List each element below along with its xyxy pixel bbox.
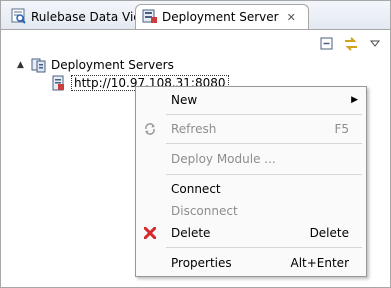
tree-node-deployment-servers[interactable]: ▲ Deployment Servers [17,56,174,74]
delete-icon [142,225,158,241]
menu-item-accelerator: Alt+Enter [290,256,349,270]
server-group-icon [31,57,47,73]
menu-item-properties[interactable]: Properties Alt+Enter [136,252,366,274]
tab-label: Deployment Server [162,10,279,24]
menu-item-label: Deploy Module ... [171,152,276,166]
menu-item-label: Refresh [171,122,217,136]
menu-item-label: Properties [171,256,232,270]
menu-item-label: Disconnect [171,204,238,218]
deployment-server-icon [142,8,158,27]
close-icon[interactable]: ✕ [287,11,296,24]
menu-item-accelerator: F5 [334,122,349,136]
rulebase-view-icon [11,8,27,27]
menu-item-disconnect[interactable]: Disconnect [136,200,366,222]
link-with-editor-icon[interactable] [342,35,360,53]
menu-item-accelerator: Delete [309,226,349,240]
menu-separator [166,143,362,144]
menu-item-refresh[interactable]: Refresh F5 [136,118,366,140]
menu-item-delete[interactable]: Delete Delete [136,222,366,244]
view-menu-icon[interactable] [366,35,384,53]
menu-item-label: New [171,93,198,107]
tab-label: Rulebase Data View [31,10,151,24]
deployment-server-view: Rulebase Data View Deployment Server ✕ ▲… [0,0,391,288]
server-icon [51,75,67,91]
context-menu: New ▶ Refresh F5 Deploy Module ... Conne… [135,86,367,277]
expand-twisty-icon[interactable]: ▲ [17,60,27,70]
view-toolbar [318,34,384,54]
menu-item-new[interactable]: New ▶ [136,89,366,111]
menu-separator [166,114,362,115]
menu-separator [166,174,362,175]
view-tab-bar: Rulebase Data View Deployment Server ✕ [1,1,390,30]
collapse-all-icon[interactable] [318,35,336,53]
menu-item-deploy-module[interactable]: Deploy Module ... [136,148,366,170]
menu-item-label: Delete [171,226,211,240]
menu-item-connect[interactable]: Connect [136,178,366,200]
tree-node-label: Deployment Servers [51,58,174,72]
menu-item-label: Connect [171,182,221,196]
tab-rulebase-data-view[interactable]: Rulebase Data View [5,5,150,29]
submenu-arrow-icon: ▶ [351,95,358,105]
refresh-icon [142,121,158,137]
tab-deployment-server[interactable]: Deployment Server ✕ [135,4,309,29]
menu-separator [166,247,362,248]
